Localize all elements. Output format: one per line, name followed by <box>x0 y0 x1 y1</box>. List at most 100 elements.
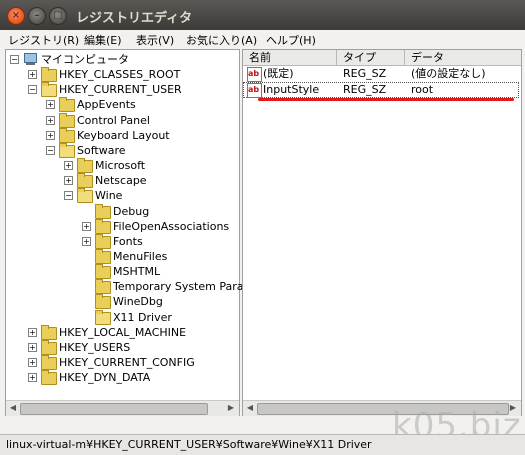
expand-icon[interactable]: + <box>28 342 37 352</box>
tree-node[interactable]: MenuFiles <box>6 248 237 264</box>
folder-icon <box>95 233 111 249</box>
tree-node-label: HKEY_CURRENT_CONFIG <box>59 356 195 369</box>
menu-view[interactable]: 表示(V) <box>136 32 174 48</box>
value-row-default[interactable]: ab (既定) REG_SZ (値の設定なし) <box>243 66 519 82</box>
folder-icon <box>77 173 93 189</box>
tree-node[interactable]: − HKEY_CURRENT_USER <box>6 82 237 98</box>
expand-icon[interactable]: + <box>46 130 55 140</box>
tree-horizontal-scrollbar[interactable]: ◀ ▶ <box>6 400 239 416</box>
tree-node-label: Microsoft <box>95 159 146 173</box>
collapse-icon[interactable]: − <box>46 145 55 155</box>
tree-node-label: Keyboard Layout <box>77 128 170 142</box>
close-icon: × <box>11 10 21 21</box>
scroll-right-icon[interactable]: ▶ <box>225 402 237 414</box>
tree-node-label: Netscape <box>95 174 147 188</box>
tree-node-label: WineDbg <box>113 295 163 309</box>
expand-icon[interactable]: + <box>64 161 73 171</box>
value-row-inputstyle[interactable]: ab InputStyle REG_SZ root <box>243 82 519 98</box>
tree-node-label: Control Panel <box>77 113 150 127</box>
value-type: REG_SZ <box>343 83 387 96</box>
folder-icon <box>59 127 75 143</box>
folder-icon <box>95 203 111 219</box>
tree-node-label: HKEY_CURRENT_USER <box>59 83 182 97</box>
key-tree-pane[interactable]: − マイコンピュータ + HKEY_CLASSES_ROOT − HKEY_CURRENT… <box>5 49 244 416</box>
folder-icon <box>95 218 111 234</box>
tree-node[interactable]: Debug <box>6 203 237 219</box>
value-name: InputStyle <box>263 83 320 96</box>
tree-node-label: HKEY_CLASSES_ROOT <box>59 68 181 82</box>
expand-icon[interactable]: + <box>28 358 37 367</box>
menu-help[interactable]: ヘルプ(H) <box>266 32 316 48</box>
tree-node[interactable]: + HKEY_USERS <box>6 339 237 355</box>
expand-icon[interactable]: + <box>28 373 37 383</box>
folder-icon <box>41 339 57 355</box>
tree-node-label: Temporary System Para <box>113 280 244 294</box>
tree-node-label: Fonts <box>113 234 143 248</box>
tree-node[interactable]: − Software <box>6 142 237 158</box>
folder-icon <box>95 248 111 264</box>
tree-node[interactable]: X11 Driver <box>6 309 237 325</box>
folder-icon <box>41 355 57 370</box>
expand-icon[interactable]: + <box>82 236 91 246</box>
expand-icon[interactable]: + <box>46 100 55 110</box>
folder-icon <box>41 67 57 83</box>
column-data[interactable]: データ <box>405 50 521 65</box>
tree-node[interactable]: + Control Panel <box>6 112 237 128</box>
tree-node[interactable]: + Keyboard Layout <box>6 127 237 143</box>
folder-icon <box>41 370 57 386</box>
menu-favorites[interactable]: お気に入り(A) <box>186 32 257 48</box>
collapse-icon[interactable]: − <box>28 85 37 95</box>
list-header: 名前 タイプ データ <box>243 50 521 66</box>
expand-icon[interactable]: + <box>28 327 37 337</box>
folder-open-icon <box>41 82 57 98</box>
collapse-icon[interactable]: − <box>64 191 73 201</box>
tree-node[interactable]: + HKEY_CLASSES_ROOT <box>6 67 237 83</box>
menu-edit[interactable]: 編集(E) <box>84 32 122 48</box>
values-list-pane[interactable]: 名前 タイプ データ ab (既定) REG_SZ (値の設定なし) ab In… <box>242 49 522 416</box>
value-data: root <box>411 83 434 96</box>
computer-icon <box>23 53 37 65</box>
column-name[interactable]: 名前 <box>243 50 337 65</box>
tree-node-label: Software <box>77 143 126 157</box>
menu-bar: レジストリ(R) 編集(E) 表示(V) お気に入り(A) ヘルプ(H) <box>0 30 525 48</box>
collapse-icon[interactable]: − <box>10 55 19 64</box>
folder-icon <box>77 158 93 174</box>
string-value-icon: ab <box>247 83 262 98</box>
folder-icon <box>95 294 111 310</box>
tree-node-label: MSHTML <box>113 265 161 279</box>
tree-node[interactable]: + FileOpenAssociations <box>6 218 237 234</box>
menu-registry[interactable]: レジストリ(R) <box>8 32 79 48</box>
tree-node[interactable]: + HKEY_LOCAL_MACHINE <box>6 324 237 340</box>
tree-node-label: FileOpenAssociations <box>113 219 230 233</box>
tree-node[interactable]: + HKEY_DYN_DATA <box>6 370 237 386</box>
scroll-thumb[interactable] <box>20 403 208 415</box>
expand-icon[interactable]: + <box>46 115 55 125</box>
tree-node[interactable]: + AppEvents <box>6 97 237 113</box>
tree-node[interactable]: + Microsoft <box>6 158 237 174</box>
maximize-button[interactable]: □ <box>49 7 67 25</box>
tree-node[interactable]: MSHTML <box>6 264 237 280</box>
title-bar[interactable]: × – □ レジストリエディタ <box>0 0 525 30</box>
scroll-left-icon[interactable]: ◀ <box>244 402 256 414</box>
maximize-icon: □ <box>53 10 63 21</box>
registry-editor-window: × – □ レジストリエディタ レジストリ(R) 編集(E) 表示(V) お気に… <box>0 0 525 455</box>
tree-node-label: HKEY_USERS <box>59 340 131 354</box>
scroll-left-icon[interactable]: ◀ <box>7 402 19 414</box>
tree-node[interactable]: WineDbg <box>6 294 237 310</box>
tree-node-label: Debug <box>113 204 150 218</box>
tree-node-label: HKEY_DYN_DATA <box>59 371 151 385</box>
expand-icon[interactable]: + <box>64 176 73 186</box>
expand-icon[interactable]: + <box>82 221 91 231</box>
column-type[interactable]: タイプ <box>337 50 405 65</box>
tree-node[interactable]: + Netscape <box>6 173 237 189</box>
expand-icon[interactable]: + <box>28 70 37 80</box>
tree-node[interactable]: − Wine <box>6 188 237 204</box>
tree-node[interactable]: + HKEY_CURRENT_CONFIG <box>6 355 237 370</box>
close-button[interactable]: × <box>7 7 25 25</box>
tree-node[interactable]: Temporary System Para <box>6 279 244 295</box>
folder-icon <box>95 279 111 295</box>
tree-node[interactable]: + Fonts <box>6 233 237 249</box>
folder-open-icon <box>95 309 111 325</box>
tree-node[interactable]: − マイコンピュータ <box>6 52 237 67</box>
minimize-button[interactable]: – <box>28 7 46 25</box>
